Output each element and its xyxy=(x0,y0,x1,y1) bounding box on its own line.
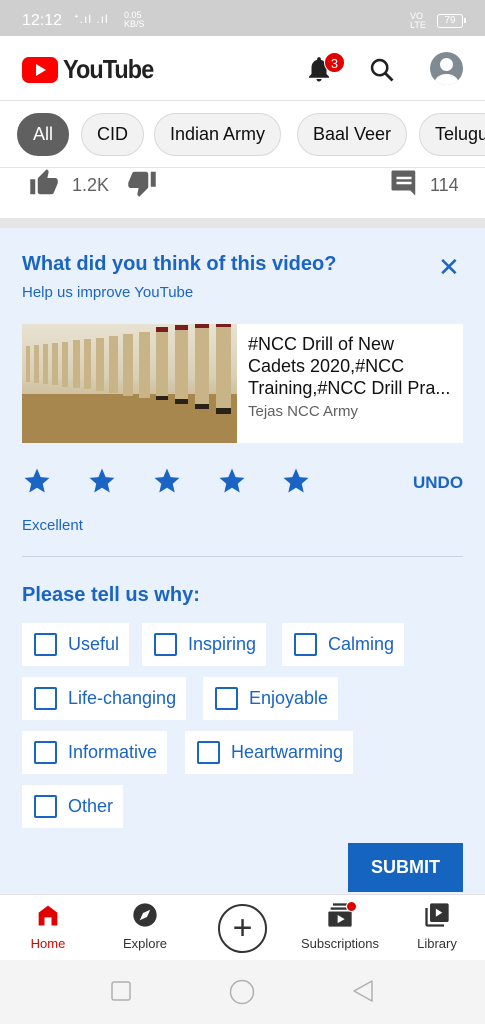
star-icon-2[interactable] xyxy=(87,466,117,496)
youtube-play-icon xyxy=(22,56,58,83)
library-icon xyxy=(425,903,449,927)
checkbox[interactable] xyxy=(197,741,220,764)
thumbs-up-icon[interactable] xyxy=(28,168,60,198)
app-header: YouTube 3 xyxy=(0,36,485,100)
checkbox[interactable] xyxy=(34,795,57,818)
checkbox[interactable] xyxy=(154,633,177,656)
search-icon[interactable] xyxy=(368,56,396,84)
option-life-changing[interactable]: Life-changing xyxy=(22,677,187,720)
nav-library[interactable]: Library xyxy=(408,895,466,961)
bottom-navigation: Home Explore + Subscriptions Library xyxy=(0,894,485,960)
home-system-icon[interactable] xyxy=(229,979,255,1005)
chip-indian-army[interactable]: Indian Army xyxy=(154,113,282,156)
option-label: Inspiring xyxy=(188,634,257,654)
star-icon-5[interactable] xyxy=(281,466,311,496)
home-icon xyxy=(38,905,58,926)
status-time: 12:12 xyxy=(22,12,63,29)
section-divider xyxy=(0,218,485,228)
thumbs-down-icon[interactable] xyxy=(126,168,158,198)
brand-name: YouTube xyxy=(63,54,154,84)
checkbox[interactable] xyxy=(294,633,317,656)
nav-home-label: Home xyxy=(30,936,66,951)
checkbox[interactable] xyxy=(215,687,238,710)
net-speed: 0.05 KB/S xyxy=(124,11,145,29)
option-calming[interactable]: Calming xyxy=(282,623,405,666)
recent-apps-icon[interactable] xyxy=(111,981,131,1001)
filter-chips-bar: All CID Indian Army Baal Veer Telugu xyxy=(0,100,485,168)
option-enjoyable[interactable]: Enjoyable xyxy=(203,677,339,720)
star-icon-4[interactable] xyxy=(217,466,247,496)
option-informative[interactable]: Informative xyxy=(22,731,168,774)
option-label: Life-changing xyxy=(68,688,177,708)
video-feedback-survey: What did you think of this video? Help u… xyxy=(0,228,485,894)
nav-library-label: Library xyxy=(417,936,457,951)
option-label: Useful xyxy=(68,634,120,654)
nav-explore-label: Explore xyxy=(122,936,168,951)
option-label: Enjoyable xyxy=(249,688,329,708)
option-other[interactable]: Other xyxy=(22,785,124,828)
avatar-person-icon xyxy=(434,58,459,85)
chip-all[interactable]: All xyxy=(17,113,70,156)
nav-subscriptions[interactable]: Subscriptions xyxy=(296,895,384,961)
video-actions-row: 1.2K 114 xyxy=(0,168,485,218)
submit-button[interactable]: SUBMIT xyxy=(348,843,463,892)
new-content-dot xyxy=(346,901,357,912)
back-icon[interactable] xyxy=(352,979,374,1003)
compass-icon xyxy=(133,903,157,927)
option-heartwarming[interactable]: Heartwarming xyxy=(185,731,354,774)
survey-video-title: #NCC Drill of New Cadets 2020,#NCC Train… xyxy=(248,334,451,398)
system-navigation-bar xyxy=(0,960,485,1024)
signal-icon: ᐩ.ıl .ıl xyxy=(74,12,109,26)
close-icon[interactable]: ✕ xyxy=(438,252,460,283)
star-icon-1[interactable] xyxy=(22,466,52,496)
checkbox[interactable] xyxy=(34,741,57,764)
lte-icon: VO LTE xyxy=(410,12,426,30)
comments-icon[interactable] xyxy=(389,168,419,198)
option-useful[interactable]: Useful xyxy=(22,623,130,666)
like-count: 1.2K xyxy=(72,175,110,195)
survey-subtitle: Help us improve YouTube xyxy=(22,284,194,301)
option-inspiring[interactable]: Inspiring xyxy=(142,623,267,666)
option-label: Heartwarming xyxy=(231,742,344,762)
star-icon-3[interactable] xyxy=(152,466,182,496)
nav-home[interactable]: Home xyxy=(18,895,78,961)
comment-count: 114 xyxy=(430,175,459,195)
account-avatar[interactable] xyxy=(430,52,463,85)
chip-telugu[interactable]: Telugu xyxy=(419,113,485,156)
chip-cid[interactable]: CID xyxy=(81,113,144,156)
survey-video-card: #NCC Drill of New Cadets 2020,#NCC Train… xyxy=(22,324,463,443)
nav-explore[interactable]: Explore xyxy=(112,895,178,961)
notification-badge: 3 xyxy=(324,52,345,73)
create-button[interactable]: + xyxy=(218,904,267,953)
option-label: Calming xyxy=(328,634,395,654)
checkbox[interactable] xyxy=(34,687,57,710)
nav-subscriptions-label: Subscriptions xyxy=(300,936,380,951)
battery-icon: 79 xyxy=(437,14,466,28)
option-label: Informative xyxy=(68,742,158,762)
why-heading: Please tell us why: xyxy=(22,584,200,606)
chip-baal-veer[interactable]: Baal Veer xyxy=(297,113,408,156)
survey-question: What did you think of this video? xyxy=(22,253,337,275)
survey-channel-name: Tejas NCC Army xyxy=(248,403,359,420)
survey-divider xyxy=(22,556,463,557)
option-label: Other xyxy=(68,796,114,816)
youtube-logo[interactable]: YouTube xyxy=(22,54,163,85)
video-thumbnail xyxy=(22,324,237,443)
net-speed-unit: KB/S xyxy=(124,19,145,29)
undo-button[interactable]: UNDO xyxy=(413,473,463,493)
network-lte: LTE xyxy=(410,20,426,30)
rating-label: Excellent xyxy=(22,517,83,534)
status-bar: 12:12 ᐩ.ıl .ıl 0.05 KB/S VO LTE 79 xyxy=(0,0,485,36)
checkbox[interactable] xyxy=(34,633,57,656)
